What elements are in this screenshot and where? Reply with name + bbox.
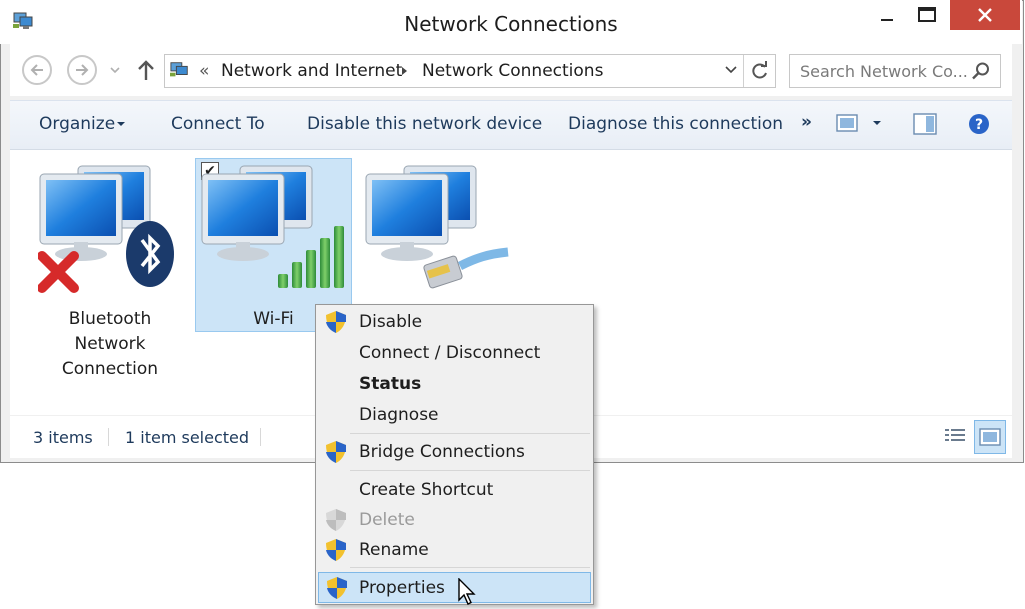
- minimize-button[interactable]: [868, 0, 906, 30]
- disable-device-button[interactable]: Disable this network device: [307, 114, 542, 134]
- organize-button[interactable]: Organize: [39, 114, 115, 134]
- forward-arrow-icon: [76, 64, 89, 76]
- menu-item-diagnose[interactable]: Diagnose: [322, 401, 590, 429]
- back-button[interactable]: [22, 55, 52, 85]
- uac-shield-icon: [326, 311, 346, 333]
- menu-item-delete[interactable]: Delete: [322, 506, 590, 534]
- menu-item-label: Properties: [359, 578, 445, 598]
- large-icons-view-icon: [979, 428, 1001, 446]
- maximize-button[interactable]: [908, 0, 946, 30]
- menu-item-label: Diagnose: [359, 405, 439, 425]
- menu-separator: [350, 470, 590, 471]
- bluetooth-label-line-3: Connection: [61, 359, 159, 379]
- bluetooth-network-icon[interactable]: [38, 162, 176, 304]
- search-icon[interactable]: [971, 61, 991, 81]
- uac-shield-disabled-icon: [326, 509, 346, 531]
- bluetooth-label-line-1: Bluetooth: [68, 309, 152, 329]
- uac-shield-icon: [327, 577, 347, 599]
- large-icons-view-button[interactable]: [974, 420, 1006, 454]
- menu-item-connect-disconnect[interactable]: Connect / Disconnect: [322, 339, 590, 367]
- svg-text:?: ?: [975, 117, 983, 133]
- address-dropdown-icon[interactable]: [724, 65, 738, 75]
- menu-item-label: Delete: [359, 510, 415, 530]
- menu-item-label: Rename: [359, 540, 429, 560]
- status-divider: [108, 428, 109, 446]
- wifi-network-icon[interactable]: [200, 162, 348, 292]
- uac-shield-icon: [326, 539, 346, 561]
- menu-item-create-shortcut[interactable]: Create Shortcut: [322, 476, 590, 504]
- bluetooth-label-line-2: Network: [74, 334, 146, 354]
- selected-count: 1 item selected: [125, 428, 250, 447]
- bluetooth-item-label[interactable]: Bluetooth Network Connection: [40, 307, 180, 382]
- diagnose-connection-button[interactable]: Diagnose this connection: [568, 114, 783, 134]
- menu-item-label: Create Shortcut: [359, 480, 494, 500]
- breadcrumb-network-connections[interactable]: Network Connections: [422, 61, 603, 81]
- menu-item-label: Disable: [359, 312, 423, 332]
- view-options-dropdown-icon[interactable]: [872, 120, 882, 126]
- menu-item-label: Status: [359, 374, 422, 394]
- uac-shield-icon: [326, 441, 346, 463]
- breadcrumb-network-and-internet[interactable]: Network and Internet: [221, 61, 402, 81]
- menu-separator: [350, 567, 590, 568]
- organize-dropdown-icon[interactable]: [116, 121, 126, 127]
- address-divider: [743, 55, 744, 87]
- network-folder-icon: [170, 62, 188, 77]
- breadcrumb-separator-icon[interactable]: [401, 66, 409, 76]
- menu-item-rename[interactable]: Rename: [322, 536, 590, 564]
- help-icon[interactable]: ?: [968, 113, 990, 135]
- menu-item-label: Connect / Disconnect: [359, 343, 541, 363]
- up-arrow-icon[interactable]: [136, 58, 156, 82]
- details-view-icon: [945, 429, 965, 441]
- item-count: 3 items: [33, 428, 93, 447]
- change-view-icon[interactable]: [836, 114, 858, 132]
- close-button[interactable]: [950, 0, 1020, 30]
- menu-separator: [350, 433, 590, 434]
- menu-item-disable[interactable]: Disable: [322, 308, 590, 336]
- ethernet-network-icon[interactable]: [364, 162, 510, 294]
- forward-button[interactable]: [67, 55, 97, 85]
- details-view-button[interactable]: [940, 421, 970, 451]
- menu-item-bridge-connections[interactable]: Bridge Connections: [322, 438, 590, 466]
- menu-item-status[interactable]: Status: [322, 370, 590, 398]
- status-divider: [260, 428, 261, 446]
- back-arrow-icon: [30, 64, 43, 76]
- maximize-icon: [918, 7, 936, 22]
- close-icon: [978, 8, 992, 22]
- minimize-icon: [881, 19, 893, 21]
- search-input[interactable]: Search Network Co...: [789, 54, 1001, 88]
- more-commands-button[interactable]: »: [801, 112, 812, 132]
- breadcrumb-overflow[interactable]: «: [199, 61, 209, 81]
- connect-to-button[interactable]: Connect To: [171, 114, 265, 134]
- mouse-pointer-icon: [458, 578, 476, 605]
- menu-item-properties[interactable]: Properties: [318, 572, 591, 603]
- menu-item-label: Bridge Connections: [359, 442, 525, 462]
- refresh-icon[interactable]: [750, 61, 770, 81]
- recent-locations-chevron-icon[interactable]: [109, 65, 121, 75]
- search-placeholder: Search Network Co...: [800, 62, 968, 81]
- preview-pane-icon[interactable]: [913, 113, 937, 135]
